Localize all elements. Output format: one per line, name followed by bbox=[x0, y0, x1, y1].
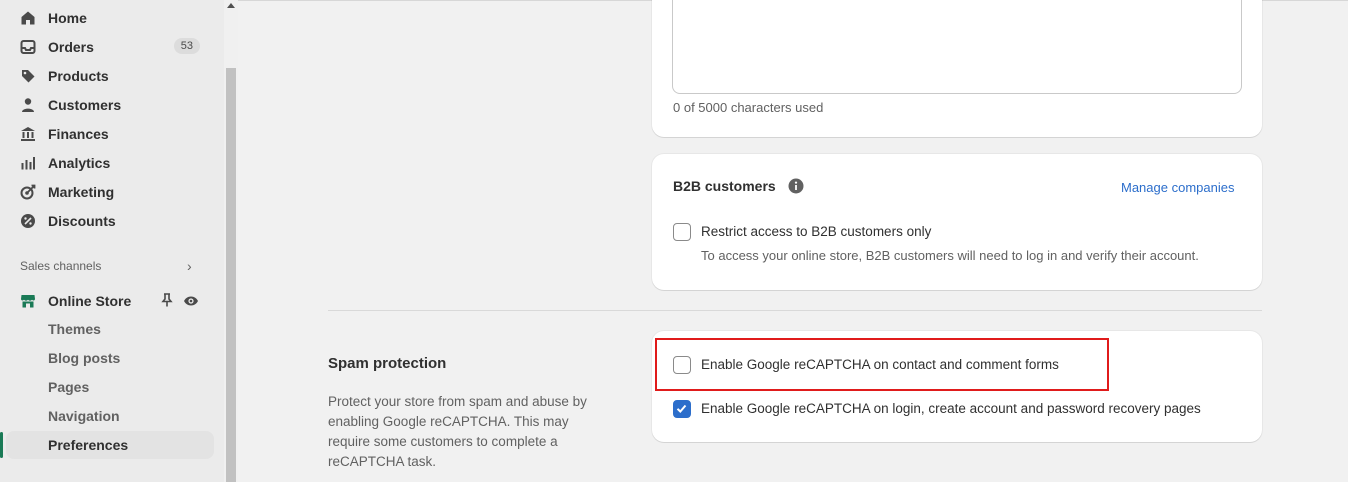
recaptcha-login-label: Enable Google reCAPTCHA on login, create… bbox=[701, 401, 1201, 416]
pin-icon[interactable] bbox=[161, 293, 173, 312]
recaptcha-login-checkbox[interactable] bbox=[673, 400, 691, 418]
b2b-customers-title: B2B customers bbox=[673, 178, 776, 194]
sidebar-item-marketing[interactable]: Marketing bbox=[20, 180, 206, 204]
annotation-highlight-box bbox=[655, 338, 1109, 391]
storefront-icon bbox=[20, 293, 36, 309]
sidebar-item-label: Discounts bbox=[48, 213, 116, 229]
discount-icon bbox=[20, 213, 36, 229]
sidebar-subitem-blog-posts[interactable]: Blog posts bbox=[48, 350, 120, 370]
meta-description-textarea[interactable] bbox=[672, 0, 1242, 94]
sidebar-item-label: Products bbox=[48, 68, 109, 84]
sidebar-subitem-navigation[interactable]: Navigation bbox=[48, 408, 120, 428]
restrict-b2b-label: Restrict access to B2B customers only bbox=[701, 224, 932, 239]
info-icon[interactable] bbox=[788, 178, 804, 194]
character-count: 0 of 5000 characters used bbox=[673, 100, 824, 115]
manage-companies-link[interactable]: Manage companies bbox=[1121, 180, 1234, 195]
b2b-customers-card bbox=[652, 154, 1262, 290]
sidebar-item-orders[interactable]: Orders 53 bbox=[20, 35, 206, 59]
home-icon bbox=[20, 10, 36, 26]
active-item-indicator bbox=[0, 432, 3, 458]
chevron-right-icon[interactable]: › bbox=[187, 258, 192, 274]
section-divider bbox=[328, 310, 1262, 311]
orders-count-badge: 53 bbox=[173, 38, 200, 54]
sidebar-scrollbar-thumb[interactable] bbox=[226, 68, 236, 482]
sidebar-item-discounts[interactable]: Discounts bbox=[20, 209, 206, 233]
target-icon bbox=[20, 184, 36, 200]
sidebar-subitem-themes[interactable]: Themes bbox=[48, 321, 101, 341]
sidebar-item-customers[interactable]: Customers bbox=[20, 93, 206, 117]
checkmark-icon bbox=[676, 404, 687, 413]
person-icon bbox=[20, 97, 36, 113]
sidebar-item-label: Home bbox=[48, 10, 87, 26]
orders-icon bbox=[20, 39, 36, 55]
eye-icon[interactable] bbox=[183, 294, 199, 312]
sidebar-item-label: Marketing bbox=[48, 184, 115, 200]
sidebar-item-label: Online Store bbox=[48, 293, 132, 309]
sidebar-item-label: Customers bbox=[48, 97, 122, 113]
sidebar-item-label: Finances bbox=[48, 126, 109, 142]
bar-chart-icon bbox=[20, 155, 36, 171]
sidebar-item-label: Analytics bbox=[48, 155, 111, 171]
sidebar-item-products[interactable]: Products bbox=[20, 64, 206, 88]
online-store-actions bbox=[161, 293, 199, 312]
sidebar-item-label: Orders bbox=[48, 39, 94, 55]
scroll-up-arrow-icon[interactable] bbox=[227, 3, 235, 8]
restrict-b2b-help-text: To access your online store, B2B custome… bbox=[701, 248, 1199, 263]
sales-channels-label: Sales channels bbox=[20, 259, 102, 273]
bank-icon bbox=[20, 126, 36, 142]
tag-icon bbox=[20, 68, 36, 84]
sidebar-item-analytics[interactable]: Analytics bbox=[20, 151, 206, 175]
sidebar-subitem-preferences[interactable]: Preferences bbox=[48, 437, 128, 457]
sidebar: Home Orders 53 Products Customers Financ… bbox=[0, 0, 224, 482]
sidebar-subitem-pages[interactable]: Pages bbox=[48, 379, 89, 399]
spam-protection-title: Spam protection bbox=[328, 355, 447, 372]
restrict-b2b-checkbox[interactable] bbox=[673, 223, 691, 241]
sidebar-item-home[interactable]: Home bbox=[20, 6, 206, 30]
sidebar-item-finances[interactable]: Finances bbox=[20, 122, 206, 146]
spam-protection-description: Protect your store from spam and abuse b… bbox=[328, 394, 587, 469]
